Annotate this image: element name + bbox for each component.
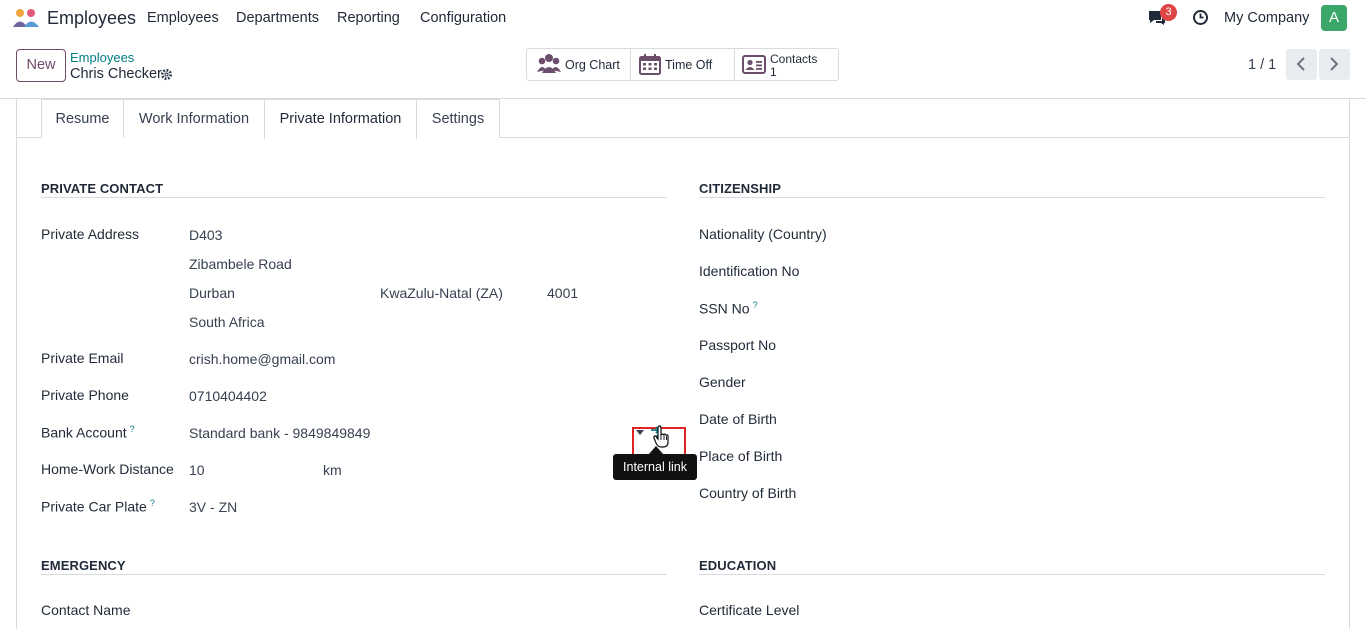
chevron-right-icon	[1330, 57, 1339, 71]
menu-departments[interactable]: Departments	[236, 10, 319, 26]
smart-buttons: Org Chart Time Off Contacts 1	[526, 48, 839, 81]
country-of-birth-label: Country of Birth	[699, 485, 797, 501]
private-address-label: Private Address	[41, 226, 140, 242]
help-icon[interactable]: ?	[130, 424, 135, 434]
tooltip-arrow	[649, 446, 663, 454]
help-icon[interactable]: ?	[150, 498, 155, 508]
time-off-button[interactable]: Time Off	[631, 49, 735, 80]
identification-no-label: Identification No	[699, 263, 800, 279]
dropdown-caret-icon[interactable]	[636, 430, 644, 435]
control-panel: New Employees Chris Checker Org Chart Ti…	[0, 37, 1366, 99]
company-switcher[interactable]: My Company	[1224, 10, 1309, 26]
chevron-left-icon	[1296, 57, 1305, 71]
pager-value[interactable]: 1 / 1	[1248, 57, 1276, 73]
citizenship-heading: CITIZENSHIP	[699, 181, 781, 196]
bank-account-label-text: Bank Account	[41, 424, 127, 441]
tab-resume[interactable]: Resume	[41, 99, 124, 138]
org-chart-label: Org Chart	[565, 58, 620, 72]
menu-configuration[interactable]: Configuration	[420, 10, 506, 26]
bank-account-label: Bank Account?	[41, 424, 135, 441]
private-email-field[interactable]: crish.home@gmail.com	[189, 351, 335, 367]
home-work-distance-label: Home-Work Distance	[41, 461, 174, 477]
internal-link-tooltip: Internal link	[613, 454, 697, 480]
tab-settings[interactable]: Settings	[416, 99, 500, 138]
street-field[interactable]: D403	[189, 227, 222, 243]
date-of-birth-label: Date of Birth	[699, 411, 777, 427]
app-logo-icon[interactable]	[12, 7, 40, 29]
section-divider	[41, 574, 667, 575]
private-car-plate-field[interactable]: 3V - ZN	[189, 499, 237, 515]
street2-field[interactable]: Zibambele Road	[189, 256, 292, 272]
tab-private-information[interactable]: Private Information	[264, 99, 417, 139]
menu-reporting[interactable]: Reporting	[337, 10, 400, 26]
emergency-heading: EMERGENCY	[41, 558, 126, 573]
section-divider	[699, 197, 1325, 198]
activity-clock-icon[interactable]	[1192, 9, 1209, 26]
zip-field[interactable]: 4001	[547, 285, 578, 301]
time-off-label: Time Off	[665, 58, 713, 72]
contacts-button[interactable]: Contacts 1	[735, 49, 838, 80]
private-car-plate-label-text: Private Car Plate	[41, 498, 147, 515]
country-field[interactable]: South Africa	[189, 314, 265, 330]
ssn-no-label: SSN No?	[699, 300, 758, 317]
menu-employees[interactable]: Employees	[147, 10, 219, 26]
state-field[interactable]: KwaZulu-Natal (ZA)	[380, 285, 503, 301]
app-name[interactable]: Employees	[47, 8, 136, 29]
calendar-icon	[639, 54, 661, 75]
new-button[interactable]: New	[16, 49, 66, 82]
pager-next-button[interactable]	[1319, 49, 1350, 80]
pager-previous-button[interactable]	[1286, 49, 1317, 80]
tab-work-information[interactable]: Work Information	[123, 99, 265, 138]
breadcrumb-employees[interactable]: Employees	[70, 50, 134, 65]
place-of-birth-label: Place of Birth	[699, 448, 783, 464]
section-divider	[699, 574, 1325, 575]
private-phone-field[interactable]: 0710404402	[189, 388, 267, 404]
city-field[interactable]: Durban	[189, 285, 235, 301]
certificate-level-label: Certificate Level	[699, 602, 800, 618]
bank-account-field[interactable]: Standard bank - 9849849849	[189, 425, 370, 441]
nationality-label: Nationality (Country)	[699, 226, 827, 242]
user-avatar[interactable]: A	[1321, 5, 1347, 31]
private-car-plate-label: Private Car Plate?	[41, 498, 155, 515]
contacts-label: Contacts	[770, 52, 818, 66]
contact-name-label: Contact Name	[41, 602, 131, 618]
gear-icon[interactable]	[160, 68, 173, 81]
org-chart-button[interactable]: Org Chart	[527, 49, 631, 80]
home-work-distance-field[interactable]: 10	[189, 462, 205, 478]
passport-no-label: Passport No	[699, 337, 777, 353]
education-heading: EDUCATION	[699, 558, 777, 573]
private-contact-heading: PRIVATE CONTACT	[41, 181, 164, 196]
distance-unit: km	[323, 462, 342, 478]
contact-card-icon	[742, 55, 766, 74]
help-icon[interactable]: ?	[753, 300, 758, 310]
ssn-no-label-text: SSN No	[699, 300, 750, 317]
private-phone-label: Private Phone	[41, 387, 129, 403]
private-email-label: Private Email	[41, 350, 124, 366]
contacts-count: 1	[770, 65, 777, 79]
breadcrumb-current: Chris Checker	[70, 66, 162, 82]
section-divider	[41, 197, 667, 198]
top-navbar: Employees Employees Departments Reportin…	[0, 0, 1366, 37]
gender-label: Gender	[699, 374, 746, 390]
org-chart-icon	[537, 54, 561, 73]
chat-badge: 3	[1160, 4, 1177, 21]
